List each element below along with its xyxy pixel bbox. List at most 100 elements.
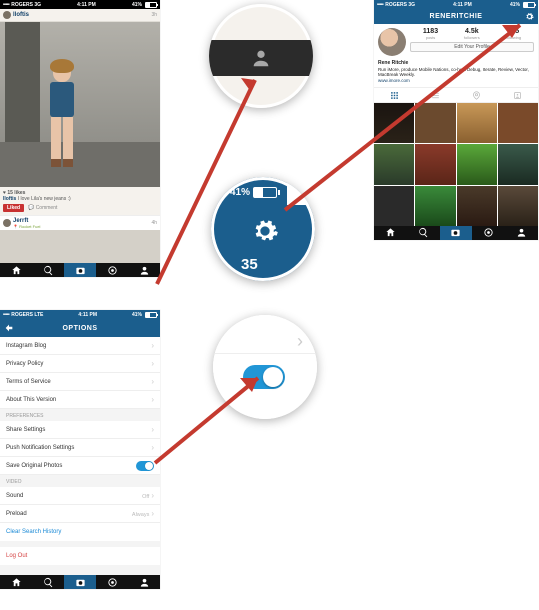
row-clear-search[interactable]: Clear Search History (0, 523, 160, 547)
section-preferences: Preferences (0, 409, 160, 421)
edit-profile-button[interactable]: Edit Your Profile (410, 42, 534, 52)
stat-posts[interactable]: 1183posts (423, 28, 438, 40)
grid-thumb[interactable] (457, 144, 497, 184)
grid-thumb[interactable] (498, 144, 538, 184)
grid-thumb[interactable] (374, 186, 414, 226)
options-header: OPTIONS (0, 319, 160, 337)
post-image-2[interactable] (0, 230, 160, 263)
gear-icon[interactable] (525, 12, 534, 21)
post-header[interactable]: lloftis 3h (0, 9, 160, 22)
photo-grid (374, 103, 538, 226)
grid-thumb[interactable] (415, 186, 455, 226)
post-header-2[interactable]: Jerrft📍 Rocket Fuel 4h (0, 215, 160, 230)
battery-pct: 41% (510, 2, 520, 8)
view-map[interactable] (456, 88, 497, 102)
profile-header: RENERITCHIE (374, 9, 538, 24)
grid-thumb[interactable] (374, 144, 414, 184)
grid-thumb[interactable] (498, 186, 538, 226)
chevron-right-icon: › (297, 331, 303, 352)
battery-pct: 41% (132, 2, 142, 8)
row-privacy[interactable]: Privacy Policy› (0, 355, 160, 373)
tab-activity[interactable] (96, 263, 128, 277)
tab-home[interactable] (0, 263, 32, 277)
view-tagged[interactable] (497, 88, 538, 102)
grid-thumb[interactable] (374, 103, 414, 143)
tab-bar (374, 226, 538, 240)
tab-bar (0, 263, 160, 277)
tab-search[interactable] (32, 575, 64, 589)
tab-activity[interactable] (472, 226, 505, 240)
tab-search[interactable] (32, 263, 64, 277)
clock: 4:11 PM (77, 2, 96, 8)
toggle-on (243, 365, 285, 389)
row-terms[interactable]: Terms of Service› (0, 373, 160, 391)
row-preload[interactable]: PreloadAlways› (0, 505, 160, 523)
tab-home[interactable] (374, 226, 407, 240)
post-meta: ♥ 15 likes lloftis I love Lila's new jea… (0, 187, 160, 215)
row-sound[interactable]: SoundOff› (0, 487, 160, 505)
avatar[interactable] (3, 11, 11, 19)
view-switcher (374, 87, 538, 103)
row-instagram-blog[interactable]: Instagram Blog› (0, 337, 160, 355)
bio-link[interactable]: www.imore.com (378, 78, 534, 84)
zoom-toggle: › (213, 315, 317, 419)
tab-camera[interactable] (64, 575, 96, 589)
grid-thumb[interactable] (415, 144, 455, 184)
bluetooth-icon: ᚼ (221, 187, 227, 198)
geo-tag[interactable]: 📍 Rocket Fuel (13, 224, 40, 229)
clock: 4:11 PM (78, 312, 97, 318)
grid-thumb[interactable] (498, 103, 538, 143)
tab-search[interactable] (407, 226, 440, 240)
grid-thumb[interactable] (415, 103, 455, 143)
profile-bio: Rene Ritchie Run iMore, produce Mobile N… (374, 60, 538, 87)
tab-profile[interactable] (505, 226, 538, 240)
screen-feed: •••••ROGERS 3G 4:11 PM 41% lloftis 3h ♥ … (0, 0, 160, 277)
tab-home[interactable] (0, 575, 32, 589)
view-list[interactable] (415, 88, 456, 102)
clock: 4:11 PM (453, 2, 472, 8)
grid-thumb[interactable] (457, 186, 497, 226)
avatar[interactable] (3, 219, 11, 227)
row-push[interactable]: Push Notification Settings› (0, 439, 160, 457)
post-timestamp: 4h (151, 220, 157, 226)
stat-following[interactable]: 205following (506, 28, 522, 40)
carrier: ROGERS 3G (11, 2, 41, 8)
gear-icon (251, 217, 279, 245)
liked-button[interactable]: Liked (3, 204, 24, 212)
battery-pct: 41% (132, 312, 142, 318)
post-username[interactable]: lloftis (13, 12, 29, 18)
view-grid[interactable] (374, 88, 415, 102)
row-logout[interactable]: Log Out (0, 547, 160, 575)
screen-options: •••••ROGERS LTE 4:11 PM 41% OPTIONS Inst… (0, 310, 160, 589)
post-image[interactable] (0, 22, 160, 187)
profile-avatar[interactable] (378, 28, 406, 56)
tab-activity[interactable] (96, 575, 128, 589)
carrier: ROGERS LTE (11, 312, 43, 318)
status-bar: •••••ROGERS 3G 4:11 PM 41% (374, 0, 538, 9)
options-title: OPTIONS (62, 325, 97, 332)
profile-stats-row: 1183posts 4.5kfollowers 205following Edi… (374, 24, 538, 60)
tab-profile[interactable] (128, 263, 160, 277)
row-save-original[interactable]: Save Original Photos (0, 457, 160, 475)
tab-camera[interactable] (64, 263, 96, 277)
save-original-toggle[interactable] (136, 461, 154, 471)
tab-profile[interactable] (128, 575, 160, 589)
tab-camera[interactable] (440, 226, 473, 240)
carrier: ROGERS 3G (385, 2, 415, 8)
comment-button[interactable]: 💬 Comment (28, 205, 57, 211)
section-video: Video (0, 475, 160, 487)
person-icon (250, 47, 272, 69)
post-timestamp: 3h (151, 12, 157, 18)
status-bar: •••••ROGERS LTE 4:11 PM 41% (0, 310, 160, 319)
row-share-settings[interactable]: Share Settings› (0, 421, 160, 439)
screen-profile: •••••ROGERS 3G 4:11 PM 41% RENERITCHIE 1… (374, 0, 538, 240)
tab-bar (0, 575, 160, 589)
stat-followers[interactable]: 4.5kfollowers (464, 28, 480, 40)
row-about[interactable]: About This Version› (0, 391, 160, 409)
profile-title: RENERITCHIE (430, 13, 483, 20)
zoom-profile-tab (209, 4, 313, 108)
grid-thumb[interactable] (457, 103, 497, 143)
back-icon[interactable] (4, 323, 14, 333)
status-bar: •••••ROGERS 3G 4:11 PM 41% (0, 0, 160, 9)
zoom-gear: ᚼ41% 35 (211, 177, 315, 281)
